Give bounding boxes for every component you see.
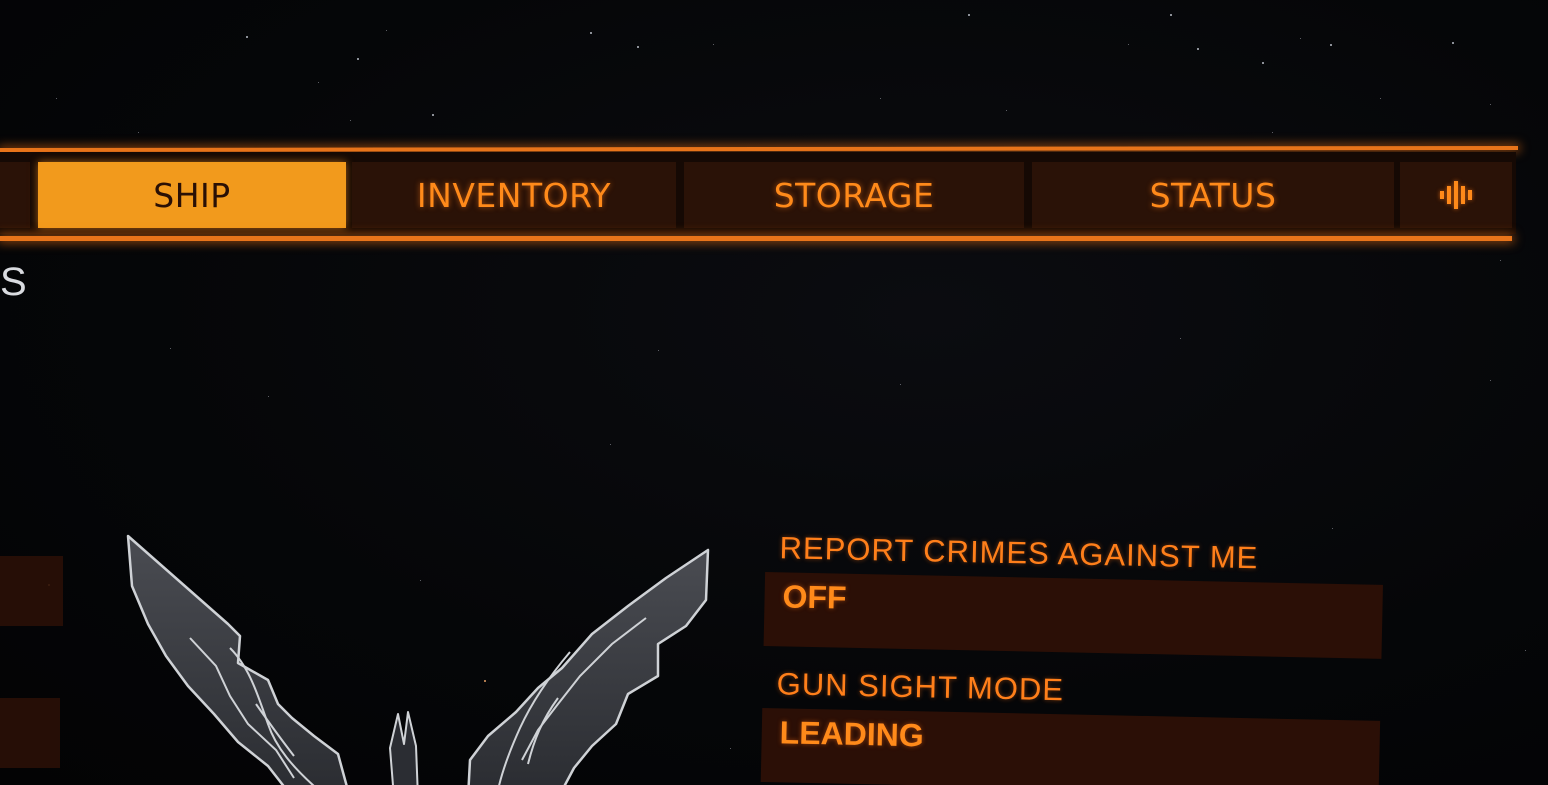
tab-inventory-label: INVENTORY bbox=[416, 175, 612, 215]
tab-bar-bottom-rail bbox=[0, 236, 1512, 241]
setting-report-crimes-label: REPORT CRIMES AGAINST ME bbox=[779, 530, 1259, 576]
ship-settings: REPORT CRIMES AGAINST ME OFF GUN SIGHT M… bbox=[760, 530, 1396, 785]
setting-gun-sight-mode-label: GUN SIGHT MODE bbox=[776, 666, 1065, 708]
tab-status-label: STATUS bbox=[1149, 175, 1277, 215]
tab-ship-label: SHIP bbox=[153, 175, 231, 215]
setting-gun-sight-mode: GUN SIGHT MODE LEADING bbox=[760, 666, 1393, 785]
setting-report-crimes: REPORT CRIMES AGAINST ME OFF bbox=[763, 530, 1396, 659]
elite-wings-emblem-icon bbox=[126, 534, 710, 785]
tab-ship[interactable]: SHIP bbox=[38, 162, 346, 228]
tab-audio[interactable] bbox=[1400, 162, 1512, 228]
report-crimes-selector[interactable]: OFF bbox=[763, 571, 1383, 659]
left-option-panel-2[interactable] bbox=[0, 698, 60, 768]
audio-waveform-icon bbox=[1440, 181, 1472, 209]
tab-storage-label: STORAGE bbox=[773, 175, 935, 215]
game-screen: SHIP INVENTORY STORAGE STATUS S REPORT C… bbox=[0, 0, 1548, 785]
tab-inventory[interactable]: INVENTORY bbox=[352, 162, 676, 228]
tab-bar: SHIP INVENTORY STORAGE STATUS bbox=[0, 152, 1516, 234]
section-heading-partial: S bbox=[0, 260, 27, 304]
tab-storage[interactable]: STORAGE bbox=[684, 162, 1024, 228]
gun-sight-mode-selector[interactable]: LEADING bbox=[760, 707, 1381, 785]
tab-status[interactable]: STATUS bbox=[1032, 162, 1394, 228]
tab-previous-partial[interactable] bbox=[0, 162, 30, 228]
left-option-panel-1[interactable] bbox=[0, 556, 63, 626]
